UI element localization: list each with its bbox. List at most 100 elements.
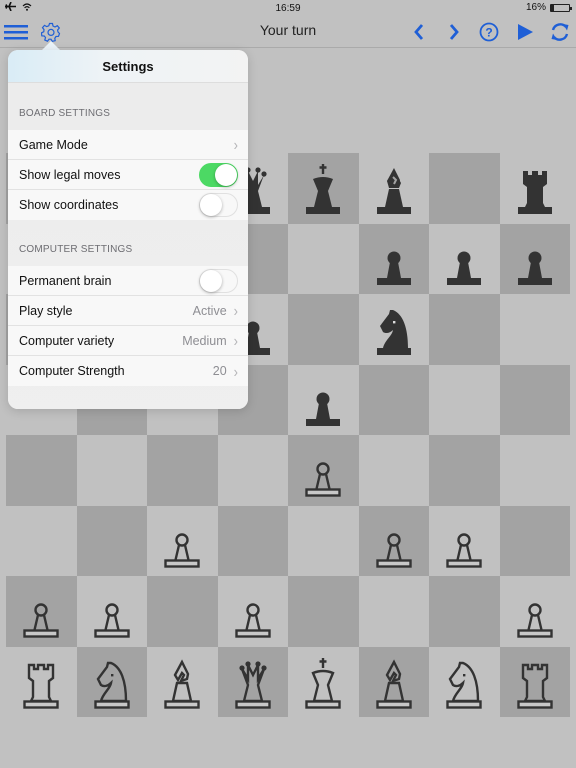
square-h6[interactable] xyxy=(499,294,570,365)
black-bishop-icon[interactable] xyxy=(363,157,425,219)
white-queen-icon[interactable] xyxy=(222,651,284,713)
black-rook-icon[interactable] xyxy=(504,157,566,219)
white-pawn-icon[interactable] xyxy=(151,510,213,572)
white-pawn-icon[interactable] xyxy=(10,580,72,642)
square-g1[interactable] xyxy=(429,646,500,717)
square-b4[interactable] xyxy=(76,435,147,506)
square-f7[interactable] xyxy=(358,223,429,294)
square-c1[interactable] xyxy=(147,646,218,717)
square-f8[interactable] xyxy=(358,153,429,224)
black-knight-icon[interactable] xyxy=(363,298,425,360)
square-a4[interactable] xyxy=(6,435,77,506)
svg-text:?: ? xyxy=(485,26,492,40)
square-e3[interactable] xyxy=(288,505,359,576)
white-bishop-icon[interactable] xyxy=(363,651,425,713)
square-e6[interactable] xyxy=(288,294,359,365)
black-king-icon[interactable] xyxy=(292,157,354,219)
status-bar: 16:59 16% xyxy=(0,0,576,16)
show-legal-moves-toggle[interactable] xyxy=(199,162,238,187)
square-a1[interactable] xyxy=(6,646,77,717)
black-pawn-icon[interactable] xyxy=(292,369,354,431)
refresh-icon xyxy=(551,23,569,41)
section-title: GENERAL SETTINGS xyxy=(8,386,248,409)
white-knight-icon[interactable] xyxy=(81,651,143,713)
play-button[interactable] xyxy=(512,19,538,45)
white-bishop-icon[interactable] xyxy=(151,651,213,713)
white-pawn-icon[interactable] xyxy=(504,580,566,642)
white-knight-icon[interactable] xyxy=(433,651,495,713)
settings-popover: Settings BOARD SETTINGS Game Mode › Show le… xyxy=(8,50,248,409)
square-g6[interactable] xyxy=(429,294,500,365)
white-pawn-icon[interactable] xyxy=(81,580,143,642)
square-c3[interactable] xyxy=(147,505,218,576)
square-h7[interactable] xyxy=(499,223,570,294)
white-rook-icon[interactable] xyxy=(10,651,72,713)
square-g8[interactable] xyxy=(429,153,500,224)
square-d1[interactable] xyxy=(217,646,288,717)
previous-move-button[interactable] xyxy=(406,19,432,45)
square-f5[interactable] xyxy=(358,364,429,435)
white-pawn-icon[interactable] xyxy=(433,510,495,572)
black-pawn-icon[interactable] xyxy=(504,228,566,290)
white-king-icon[interactable] xyxy=(292,651,354,713)
square-g4[interactable] xyxy=(429,435,500,506)
square-h2[interactable] xyxy=(499,576,570,647)
square-f3[interactable] xyxy=(358,505,429,576)
square-f4[interactable] xyxy=(358,435,429,506)
square-e1[interactable] xyxy=(288,646,359,717)
flip-board-button[interactable] xyxy=(547,19,573,45)
settings-row-computer-strength[interactable]: Computer Strength 20 › xyxy=(8,356,248,386)
square-e5[interactable] xyxy=(288,364,359,435)
row-label: Game Mode xyxy=(19,137,88,152)
chevron-right-icon: › xyxy=(233,135,238,154)
settings-list[interactable]: BOARD SETTINGS Game Mode › Show legal moves… xyxy=(8,83,248,409)
battery-percent: 16% xyxy=(525,2,546,13)
section-title: BOARD SETTINGS xyxy=(19,108,111,119)
help-button[interactable]: ? xyxy=(476,19,502,45)
white-pawn-icon[interactable] xyxy=(292,439,354,501)
square-e2[interactable] xyxy=(288,576,359,647)
square-a3[interactable] xyxy=(6,505,77,576)
square-h4[interactable] xyxy=(499,435,570,506)
square-h8[interactable] xyxy=(499,153,570,224)
square-b1[interactable] xyxy=(76,646,147,717)
battery-icon xyxy=(550,3,572,12)
settings-row-computer-variety[interactable]: Computer variety Medium › xyxy=(8,326,248,356)
square-g5[interactable] xyxy=(429,364,500,435)
settings-row-permanent-brain[interactable]: Permanent brain xyxy=(8,266,248,296)
black-pawn-icon[interactable] xyxy=(433,228,495,290)
square-g3[interactable] xyxy=(429,505,500,576)
row-label: Play style xyxy=(19,303,73,318)
settings-row-show-legal-moves[interactable]: Show legal moves xyxy=(8,160,248,190)
next-move-button[interactable] xyxy=(441,19,467,45)
settings-row-play-style[interactable]: Play style Active › xyxy=(8,296,248,326)
square-d4[interactable] xyxy=(217,435,288,506)
square-a2[interactable] xyxy=(6,576,77,647)
square-f1[interactable] xyxy=(358,646,429,717)
white-pawn-icon[interactable] xyxy=(222,580,284,642)
square-b3[interactable] xyxy=(76,505,147,576)
square-c4[interactable] xyxy=(147,435,218,506)
white-pawn-icon[interactable] xyxy=(363,510,425,572)
white-rook-icon[interactable] xyxy=(504,651,566,713)
play-icon xyxy=(518,24,533,40)
square-e4[interactable] xyxy=(288,435,359,506)
square-f2[interactable] xyxy=(358,576,429,647)
show-coordinates-toggle[interactable] xyxy=(199,193,238,217)
square-e8[interactable] xyxy=(288,153,359,224)
square-h5[interactable] xyxy=(499,364,570,435)
square-d3[interactable] xyxy=(217,505,288,576)
square-f6[interactable] xyxy=(358,294,429,365)
square-c2[interactable] xyxy=(147,576,218,647)
square-g2[interactable] xyxy=(429,576,500,647)
square-d2[interactable] xyxy=(217,576,288,647)
settings-row-game-mode[interactable]: Game Mode › xyxy=(8,130,248,160)
black-pawn-icon[interactable] xyxy=(363,228,425,290)
square-g7[interactable] xyxy=(429,223,500,294)
square-b2[interactable] xyxy=(76,576,147,647)
settings-row-show-coordinates[interactable]: Show coordinates xyxy=(8,190,248,220)
square-h1[interactable] xyxy=(499,646,570,717)
square-e7[interactable] xyxy=(288,223,359,294)
square-h3[interactable] xyxy=(499,505,570,576)
permanent-brain-toggle[interactable] xyxy=(199,268,238,293)
